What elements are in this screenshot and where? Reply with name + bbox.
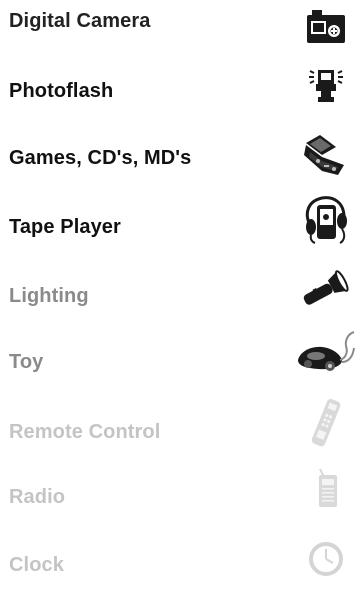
toy-car-icon (298, 331, 355, 371)
clock-icon (309, 542, 343, 576)
list-item-label: Toy (9, 351, 44, 373)
list-item-label: Lighting (9, 285, 89, 307)
list-item-label: Clock (9, 554, 64, 576)
list-item-photoflash[interactable]: Photoflash (0, 70, 361, 137)
list-item-label: Radio (9, 486, 66, 508)
list-item-remote-control[interactable]: Remote Control (0, 398, 361, 478)
radio-icon (319, 468, 337, 507)
remote-control-icon (311, 398, 341, 447)
list-item-label: Tape Player (9, 216, 121, 238)
list-item-label: Games, CD's, MD's (9, 147, 192, 169)
list-item-label: Photoflash (9, 80, 114, 102)
list-item-label: Remote Control (9, 421, 161, 443)
digital-camera-icon (307, 10, 345, 43)
tape-player-icon (305, 196, 347, 244)
handheld-game-icon (304, 135, 344, 175)
flashlight-icon (303, 270, 349, 305)
photoflash-icon (309, 70, 343, 102)
list-item-label: Digital Camera (9, 10, 151, 32)
device-category-list: Digital Camera Photoflash Games, CD's, M… (0, 0, 361, 580)
list-item-tape-player[interactable]: Tape Player (0, 196, 361, 273)
list-item-clock[interactable]: Clock (0, 542, 361, 611)
list-item-digital-camera[interactable]: Digital Camera (0, 9, 361, 67)
list-item-radio[interactable]: Radio (0, 468, 361, 543)
